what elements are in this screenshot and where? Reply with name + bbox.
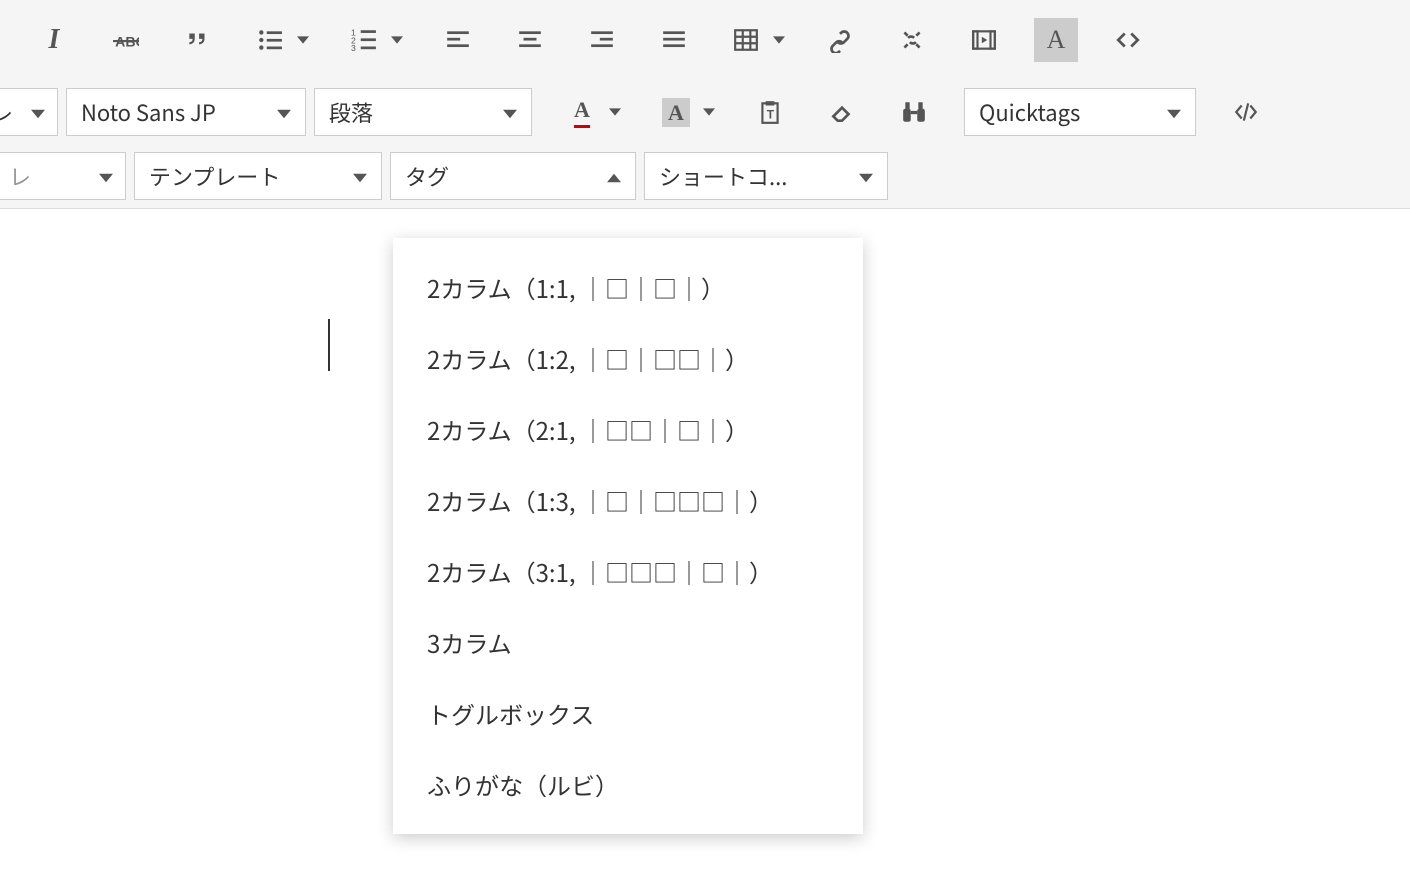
italic-button[interactable]: I	[32, 18, 76, 62]
unlink-button[interactable]	[890, 18, 934, 62]
blockquote-button[interactable]	[176, 18, 220, 62]
table-caret[interactable]	[768, 18, 790, 62]
font-family-select[interactable]: Noto Sans JP	[66, 88, 306, 136]
text-color-icon: A	[574, 97, 590, 128]
numbered-list-icon: 123	[351, 27, 377, 53]
align-justify-icon	[661, 27, 687, 53]
table-button[interactable]	[724, 18, 768, 62]
quote-icon	[185, 27, 211, 53]
align-center-button[interactable]	[508, 18, 552, 62]
shortcode-label: ショートコ...	[659, 160, 787, 192]
dropdown-item[interactable]: トグルボックス	[393, 678, 863, 749]
tag-label: タグ	[405, 160, 449, 192]
align-justify-button[interactable]	[652, 18, 696, 62]
unordered-list-caret[interactable]	[292, 18, 314, 62]
text-color-caret[interactable]	[604, 90, 626, 134]
dropdown-item[interactable]: 3カラム	[393, 607, 863, 678]
text-color-button[interactable]: A	[560, 90, 604, 134]
align-right-button[interactable]	[580, 18, 624, 62]
bg-color-icon: A	[662, 98, 690, 127]
align-right-icon	[589, 27, 615, 53]
tag-dropdown-menu: 2カラム（1:1, ｜□｜□｜） 2カラム（1:2, ｜□｜□□｜） 2カラム（…	[393, 238, 863, 834]
eraser-button[interactable]	[820, 90, 864, 134]
toolbar-row-2: レ Noto Sans JP 段落 A A T	[0, 80, 1410, 144]
media-button[interactable]	[962, 18, 1006, 62]
source-code-button[interactable]	[1224, 90, 1268, 134]
html-tag-icon	[1233, 99, 1259, 125]
block-format-label: 段落	[329, 96, 373, 128]
bg-color-button[interactable]: A	[654, 90, 698, 134]
binoculars-icon	[901, 99, 927, 125]
svg-text:3: 3	[351, 43, 356, 53]
unordered-list-button[interactable]	[248, 18, 292, 62]
media-icon	[971, 27, 997, 53]
table-icon	[733, 27, 759, 53]
bullet-list-icon	[257, 27, 283, 53]
dropdown-item[interactable]: 2カラム（1:1, ｜□｜□｜）	[393, 252, 863, 323]
toolbar-row-1: I ABC 123	[0, 0, 1410, 80]
bg-color-caret[interactable]	[698, 90, 720, 134]
strikethrough-icon: ABC	[113, 27, 139, 53]
partial-select-glyph: レ	[0, 96, 13, 128]
template-label: テンプレート	[149, 160, 280, 192]
code-icon	[1115, 27, 1141, 53]
ordered-list-button[interactable]: 123	[342, 18, 386, 62]
dropdown-item[interactable]: 2カラム（3:1, ｜□□□｜□｜）	[393, 536, 863, 607]
clear-format-button[interactable]: A	[1034, 18, 1078, 62]
clear-format-icon: A	[1047, 25, 1066, 55]
align-center-icon	[517, 27, 543, 53]
toolbar-row-3: レ テンプレート タグ ショートコ...	[0, 144, 1410, 208]
dropdown-item[interactable]: 2カラム（1:2, ｜□｜□□｜）	[393, 323, 863, 394]
template-select[interactable]: テンプレート	[134, 152, 382, 200]
unlink-icon	[899, 27, 925, 53]
partial-select-left-2[interactable]: レ	[0, 152, 126, 200]
dropdown-item[interactable]: ふりがな（ルビ）	[393, 749, 863, 820]
eraser-icon	[829, 99, 855, 125]
link-icon	[827, 27, 853, 53]
svg-text:T: T	[767, 108, 775, 122]
block-format-select[interactable]: 段落	[314, 88, 532, 136]
dropdown-item[interactable]: 2カラム（2:1, ｜□□｜□｜）	[393, 394, 863, 465]
find-replace-button[interactable]	[892, 90, 936, 134]
align-left-button[interactable]	[436, 18, 480, 62]
font-family-label: Noto Sans JP	[81, 96, 216, 128]
align-left-icon	[445, 27, 471, 53]
text-cursor	[328, 319, 330, 371]
partial-select-glyph-2: レ	[9, 160, 31, 192]
link-button[interactable]	[818, 18, 862, 62]
editor-toolbar: I ABC 123	[0, 0, 1410, 209]
quicktags-select[interactable]: Quicktags	[964, 88, 1196, 136]
strikethrough-button[interactable]: ABC	[104, 18, 148, 62]
quicktags-label: Quicktags	[979, 96, 1080, 128]
partial-select-left[interactable]: レ	[0, 88, 58, 136]
shortcode-select[interactable]: ショートコ...	[644, 152, 888, 200]
ordered-list-caret[interactable]	[386, 18, 408, 62]
caret-up-icon	[607, 171, 621, 185]
dropdown-item[interactable]: 2カラム（1:3, ｜□｜□□□｜）	[393, 465, 863, 536]
paste-text-button[interactable]: T	[748, 90, 792, 134]
code-view-button[interactable]	[1106, 18, 1150, 62]
clipboard-icon: T	[757, 99, 783, 125]
italic-icon: I	[49, 24, 60, 56]
tag-select[interactable]: タグ	[390, 152, 636, 200]
